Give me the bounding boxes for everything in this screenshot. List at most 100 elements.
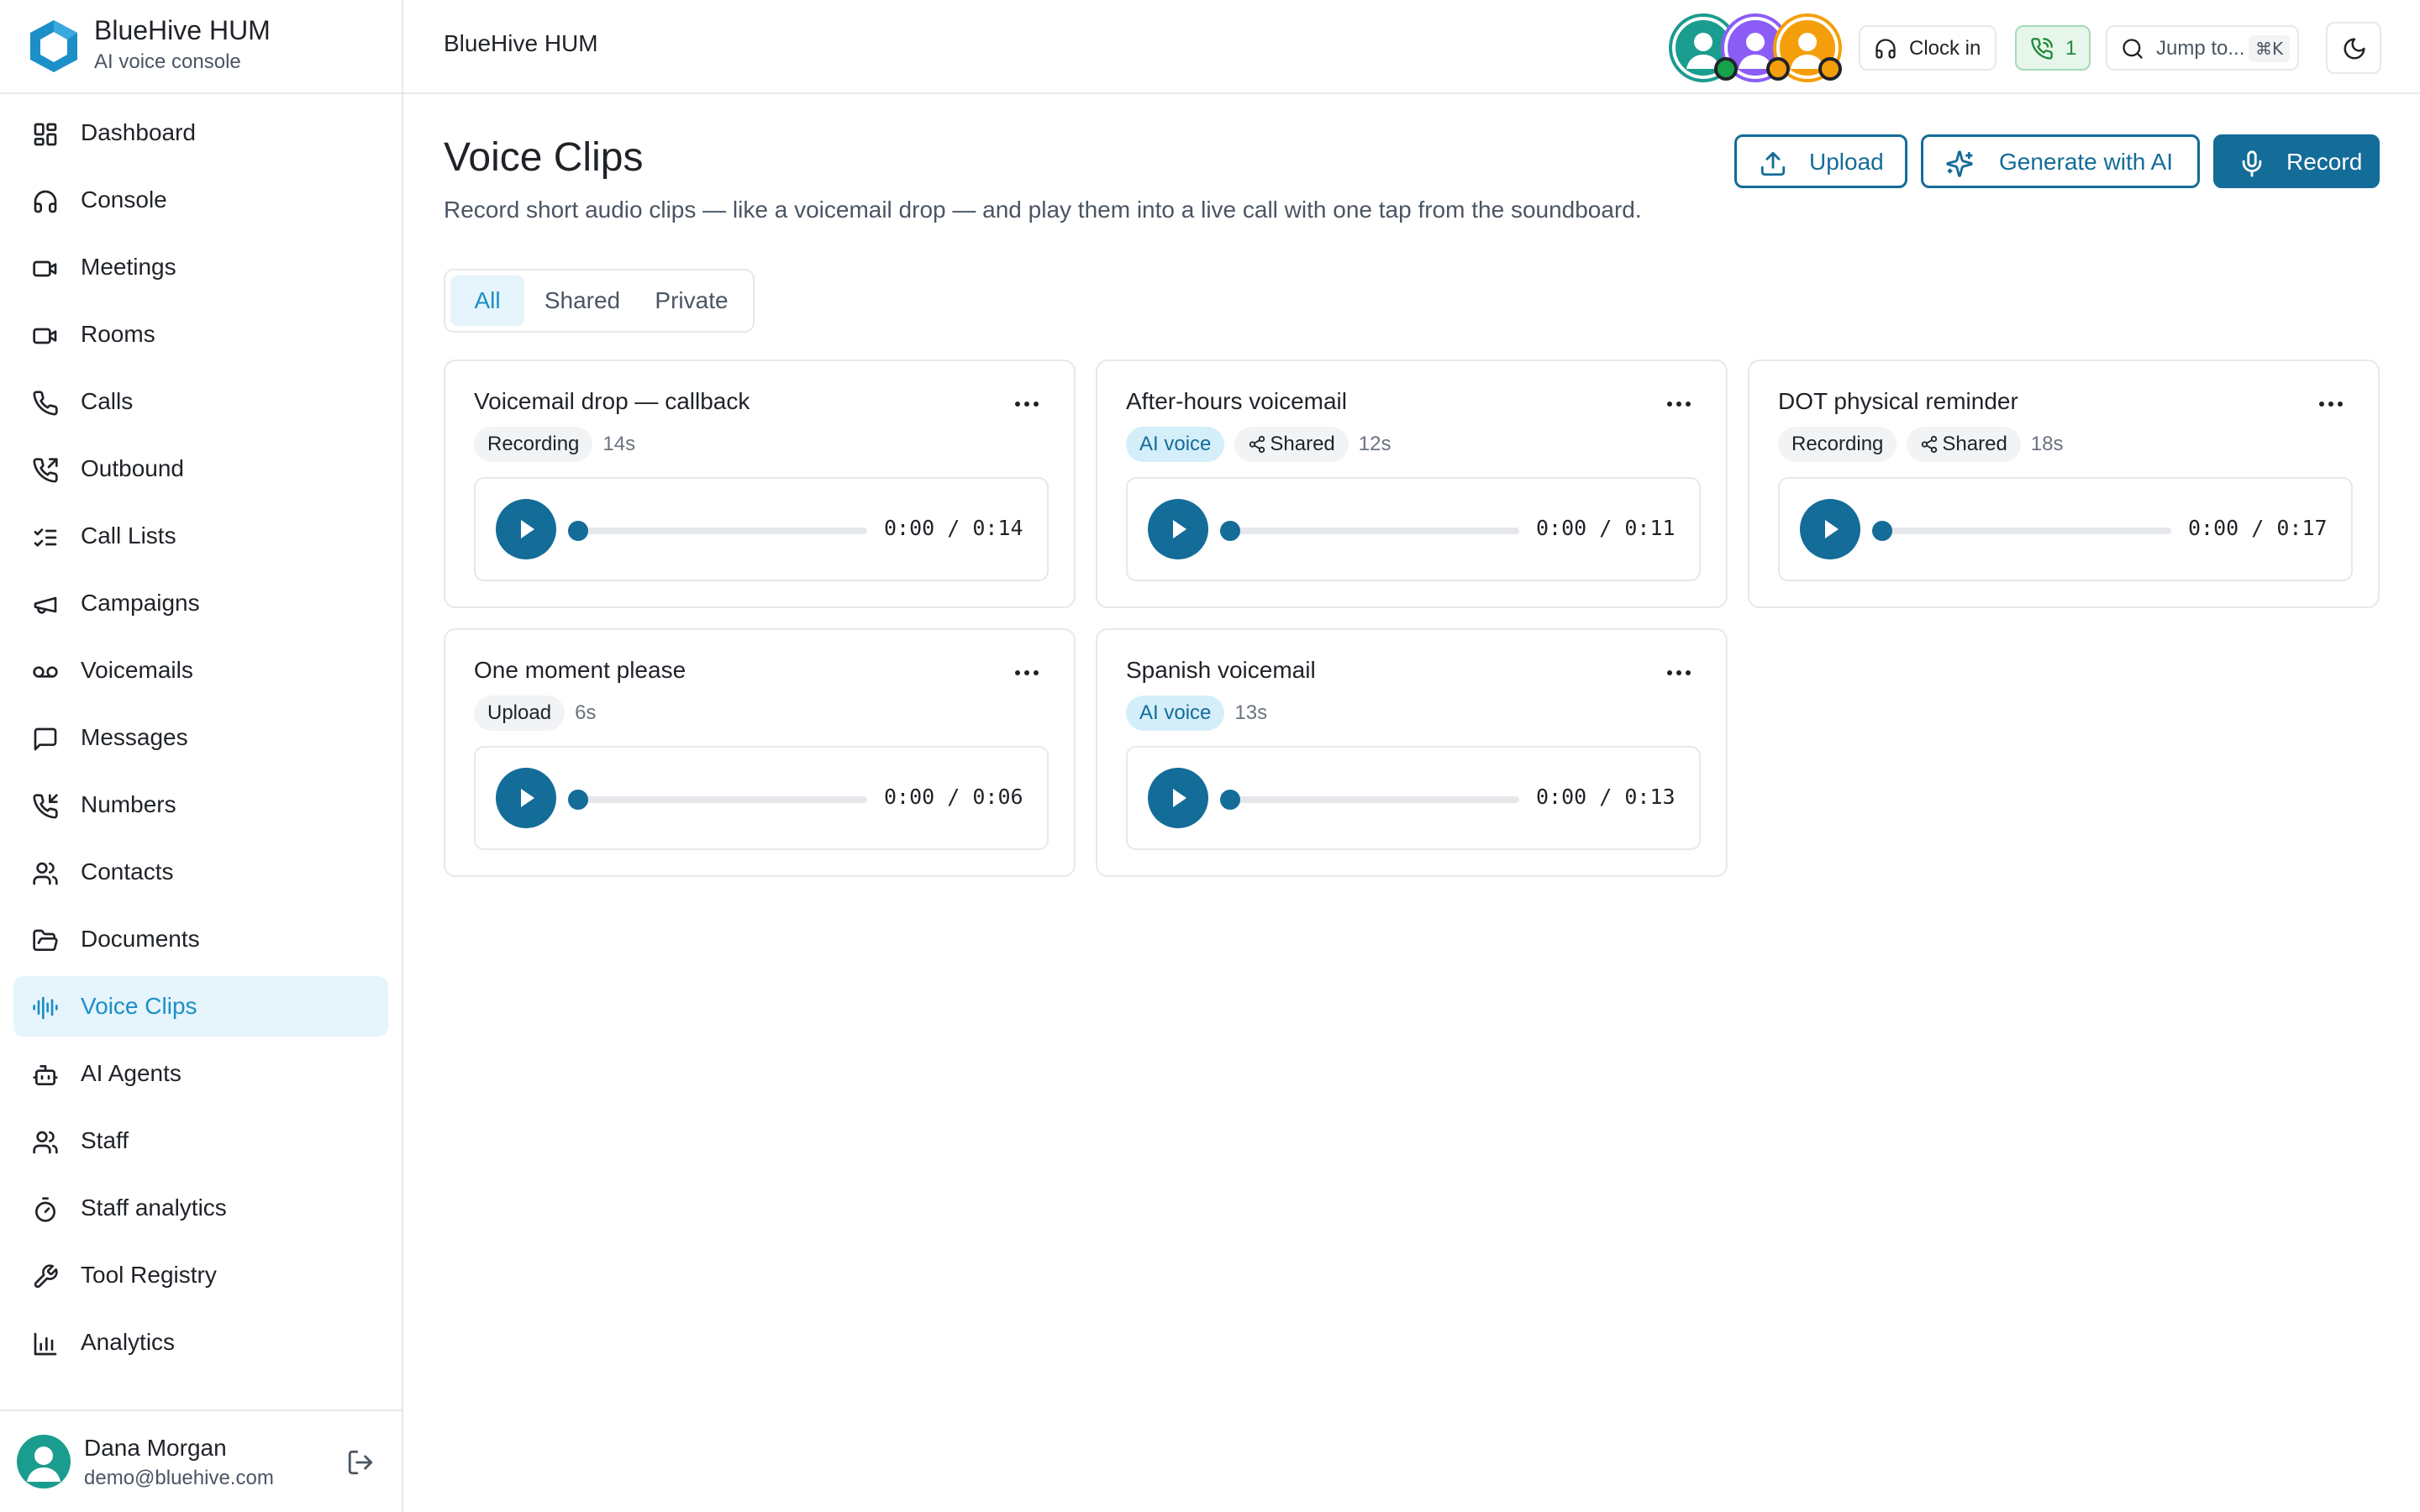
seek-bar[interactable] <box>1225 528 1519 534</box>
tab-shared[interactable]: Shared <box>534 276 630 326</box>
clip-title: One moment please <box>474 657 687 683</box>
more-options-icon[interactable] <box>2319 398 2346 410</box>
voice-clip-card: After-hours voicemail AI voice Shared 12… <box>1096 360 1728 608</box>
sidebar-item-numbers[interactable]: Numbers <box>13 774 388 835</box>
clock-in-button[interactable]: Clock in <box>1859 25 1996 71</box>
sidebar-item-dashboard[interactable]: Dashboard <box>13 102 388 163</box>
clip-duration: 14s <box>602 433 636 455</box>
upload-icon <box>1759 150 1787 178</box>
clip-title: Voicemail drop — callback <box>474 388 750 414</box>
play-button[interactable] <box>1800 499 1860 559</box>
sidebar-item-staff-analytics[interactable]: Staff analytics <box>13 1178 388 1238</box>
play-button[interactable] <box>1148 768 1208 828</box>
record-label: Record <box>2286 149 2363 175</box>
page-description: Record short audio clips — like a voicem… <box>444 197 1642 223</box>
sidebar-item-ai-agents[interactable]: AI Agents <box>13 1043 388 1104</box>
theme-toggle-button[interactable] <box>2326 22 2381 74</box>
sidebar-item-outbound[interactable]: Outbound <box>13 438 388 499</box>
users-icon <box>32 860 59 887</box>
phone-call-icon <box>2030 37 2054 60</box>
voice-clip-card: Spanish voicemail AI voice 13s 0:00 / 0:… <box>1096 628 1728 877</box>
sidebar-item-tool-registry[interactable]: Tool Registry <box>13 1245 388 1305</box>
sidebar-nav: Dashboard Console Meetings Rooms Calls O… <box>0 102 402 1410</box>
avatar <box>17 1435 71 1488</box>
active-calls-button[interactable]: 1 <box>2015 25 2091 71</box>
keyboard-shortcut: ⌘K <box>2249 35 2291 62</box>
seek-handle[interactable] <box>1872 521 1892 541</box>
sidebar-item-contacts[interactable]: Contacts <box>13 842 388 902</box>
sidebar-item-staff[interactable]: Staff <box>13 1110 388 1171</box>
sidebar-item-label: Dashboard <box>81 119 196 145</box>
source-badge: AI voice <box>1126 696 1225 731</box>
seek-bar[interactable] <box>1225 796 1519 803</box>
sidebar-item-documents[interactable]: Documents <box>13 909 388 969</box>
phone-incoming-icon <box>32 793 59 820</box>
upload-label: Upload <box>1809 149 1884 175</box>
sidebar-item-label: Documents <box>81 926 200 952</box>
seek-handle[interactable] <box>1220 521 1240 541</box>
seek-handle[interactable] <box>568 521 588 541</box>
clip-duration: 18s <box>2030 433 2064 455</box>
seek-bar[interactable] <box>1877 528 2171 534</box>
top-bar: BlueHive HUM Clock in 1 Jump to... ⌘K <box>403 0 2420 94</box>
sidebar-item-analytics[interactable]: Analytics <box>13 1312 388 1373</box>
shared-label: Shared <box>1942 433 2007 455</box>
bot-icon <box>32 1062 59 1089</box>
sidebar-item-call-lists[interactable]: Call Lists <box>13 506 388 566</box>
sidebar-item-console[interactable]: Console <box>13 170 388 230</box>
record-button[interactable]: Record <box>2213 134 2380 188</box>
play-button[interactable] <box>1148 499 1208 559</box>
more-options-icon[interactable] <box>1015 398 1042 410</box>
jump-to-search[interactable]: Jump to... ⌘K <box>2106 25 2299 71</box>
sidebar-item-label: Calls <box>81 388 134 414</box>
more-options-icon[interactable] <box>1667 398 1694 410</box>
clip-title: DOT physical reminder <box>1778 388 2018 414</box>
tab-private[interactable]: Private <box>639 276 744 326</box>
logout-icon[interactable] <box>346 1448 375 1477</box>
dashboard-icon <box>32 121 59 148</box>
sidebar-item-messages[interactable]: Messages <box>13 707 388 768</box>
seek-handle[interactable] <box>568 790 588 810</box>
megaphone-icon <box>32 591 59 618</box>
status-dot <box>1714 57 1738 81</box>
active-calls-count: 1 <box>2065 37 2077 60</box>
audio-player: 0:00 / 0:14 <box>474 477 1049 581</box>
seek-bar[interactable] <box>573 796 867 803</box>
tab-all[interactable]: All <box>450 276 524 326</box>
sidebar-item-label: Voicemails <box>81 657 193 683</box>
phone-icon <box>32 390 59 417</box>
sidebar-item-rooms[interactable]: Rooms <box>13 304 388 365</box>
brand-header[interactable]: BlueHive HUM AI voice console <box>0 0 402 94</box>
audio-player: 0:00 / 0:11 <box>1126 477 1701 581</box>
sidebar-item-label: Tool Registry <box>81 1262 217 1288</box>
generate-with-ai-button[interactable]: Generate with AI <box>1921 134 2200 188</box>
headphones-icon <box>32 188 59 215</box>
sidebar-item-voicemails[interactable]: Voicemails <box>13 640 388 701</box>
clip-duration: 6s <box>575 701 597 724</box>
sidebar-item-meetings[interactable]: Meetings <box>13 237 388 297</box>
user-name: Dana Morgan <box>84 1435 227 1461</box>
seek-handle[interactable] <box>1220 790 1240 810</box>
user-profile[interactable]: Dana Morgan demo@bluehive.com <box>0 1410 402 1512</box>
more-options-icon[interactable] <box>1015 667 1042 679</box>
playback-time: 0:00 / 0:17 <box>2188 516 2328 540</box>
sidebar-item-calls[interactable]: Calls <box>13 371 388 432</box>
sidebar-item-label: Staff <box>81 1127 129 1153</box>
seek-bar[interactable] <box>573 528 867 534</box>
upload-button[interactable]: Upload <box>1734 134 1907 188</box>
microphone-icon <box>2238 150 2266 178</box>
clip-title: Spanish voicemail <box>1126 657 1316 683</box>
play-button[interactable] <box>496 499 556 559</box>
video-camera-icon <box>32 255 59 282</box>
clip-badges: Recording Shared 18s <box>1778 427 2064 462</box>
phone-outgoing-icon <box>32 457 59 484</box>
playback-time: 0:00 / 0:14 <box>884 516 1023 540</box>
more-options-icon[interactable] <box>1667 667 1694 679</box>
play-button[interactable] <box>496 768 556 828</box>
agent-avatars[interactable] <box>1669 13 1842 82</box>
message-square-icon <box>32 726 59 753</box>
sidebar-item-label: Staff analytics <box>81 1194 227 1221</box>
shared-badge: Shared <box>1234 427 1349 462</box>
sidebar-item-campaigns[interactable]: Campaigns <box>13 573 388 633</box>
sidebar-item-voice-clips[interactable]: Voice Clips <box>13 976 388 1037</box>
